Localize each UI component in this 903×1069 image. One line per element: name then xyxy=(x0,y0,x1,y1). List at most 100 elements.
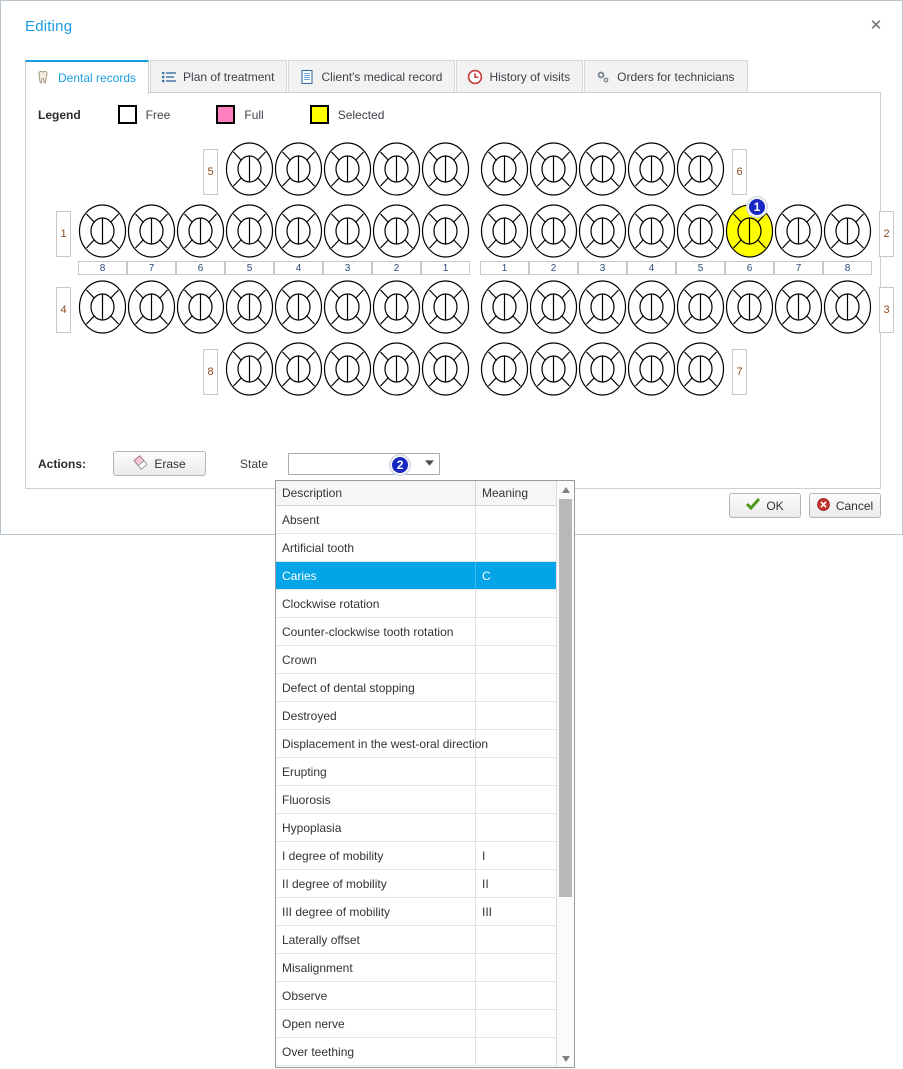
tooth-84[interactable] xyxy=(274,341,323,397)
cancel-button[interactable]: Cancel xyxy=(809,493,881,518)
tooth-21[interactable] xyxy=(480,203,529,259)
tooth-36[interactable] xyxy=(725,279,774,335)
tooth-74[interactable] xyxy=(627,341,676,397)
dropdown-row[interactable]: Defect of dental stopping xyxy=(276,674,557,702)
dropdown-row[interactable]: Destroyed xyxy=(276,702,557,730)
dropdown-row[interactable]: Laterally offset xyxy=(276,926,557,954)
triangle-up-icon[interactable] xyxy=(557,481,574,498)
tooth-24[interactable] xyxy=(627,203,676,259)
tooth-14[interactable] xyxy=(274,203,323,259)
actions-bar: Actions: Erase State 2 xyxy=(38,451,441,476)
tooth-75[interactable] xyxy=(676,341,725,397)
tooth-26-selected[interactable]: 1 xyxy=(725,197,774,259)
tooth-28[interactable] xyxy=(823,203,872,259)
tooth-37[interactable] xyxy=(774,279,823,335)
tooth-27[interactable] xyxy=(774,203,823,259)
tooth-61[interactable] xyxy=(480,141,529,197)
tooth-43[interactable] xyxy=(323,279,372,335)
dropdown-row[interactable]: Absent xyxy=(276,506,557,534)
dropdown-meaning xyxy=(476,534,557,561)
tooth-16[interactable] xyxy=(176,203,225,259)
tooth-18[interactable] xyxy=(78,203,127,259)
tab-history-of-visits[interactable]: History of visits xyxy=(456,60,584,93)
dropdown-row[interactable]: Artificial tooth xyxy=(276,534,557,562)
triangle-down-icon[interactable] xyxy=(557,1050,574,1067)
tab-dental-records[interactable]: Dental records xyxy=(25,60,150,94)
dropdown-row[interactable]: Crown xyxy=(276,646,557,674)
tooth-23[interactable] xyxy=(578,203,627,259)
dropdown-list[interactable]: Absent Artificial tooth Caries C Clockwise r… xyxy=(276,506,557,1068)
tooth-64[interactable] xyxy=(627,141,676,197)
dropdown-row[interactable]: Misalignment xyxy=(276,954,557,982)
tooth-71[interactable] xyxy=(480,341,529,397)
tooth-row-2: 1 1 2 xyxy=(26,197,894,265)
quadrant-label-6: 6 xyxy=(732,149,747,195)
state-combobox[interactable]: 2 xyxy=(288,452,441,475)
dropdown-row[interactable]: Open nerve xyxy=(276,1010,557,1038)
erase-button[interactable]: Erase xyxy=(113,451,206,476)
tab-plan-of-treatment[interactable]: Plan of treatment xyxy=(150,60,288,93)
dropdown-row[interactable]: Hypoplasia xyxy=(276,814,557,842)
tooth-33[interactable] xyxy=(578,279,627,335)
tooth-15[interactable] xyxy=(225,203,274,259)
tooth-55[interactable] xyxy=(225,141,274,197)
quadrant-label-7: 7 xyxy=(732,349,747,395)
dropdown-meaning xyxy=(476,926,557,953)
tooth-83[interactable] xyxy=(323,341,372,397)
tooth-65[interactable] xyxy=(676,141,725,197)
scrollbar-thumb[interactable] xyxy=(559,499,572,897)
tooth-17[interactable] xyxy=(127,203,176,259)
dropdown-row[interactable]: Fluorosis xyxy=(276,786,557,814)
legend-swatch-free xyxy=(117,105,137,124)
tooth-62[interactable] xyxy=(529,141,578,197)
ok-button[interactable]: OK xyxy=(729,493,801,518)
tooth-72[interactable] xyxy=(529,341,578,397)
tooth-54[interactable] xyxy=(274,141,323,197)
tooth-82[interactable] xyxy=(372,341,421,397)
tooth-51[interactable] xyxy=(421,141,470,197)
dropdown-scrollbar[interactable] xyxy=(556,481,574,1067)
tooth-81[interactable] xyxy=(421,341,470,397)
column-header-meaning: Meaning xyxy=(482,486,529,500)
dropdown-row[interactable]: Erupting xyxy=(276,758,557,786)
tooth-47[interactable] xyxy=(127,279,176,335)
tooth-52[interactable] xyxy=(372,141,421,197)
tooth-38[interactable] xyxy=(823,279,872,335)
dropdown-row[interactable]: Over teething xyxy=(276,1038,557,1066)
tooth-45[interactable] xyxy=(225,279,274,335)
tooth-63[interactable] xyxy=(578,141,627,197)
tooth-44[interactable] xyxy=(274,279,323,335)
legend-item-free: Free xyxy=(117,105,170,124)
close-icon[interactable]: ✕ xyxy=(866,17,886,37)
dropdown-row[interactable]: I degree of mobility I xyxy=(276,842,557,870)
dropdown-row-selected[interactable]: Caries C xyxy=(276,562,557,590)
tooth-13[interactable] xyxy=(323,203,372,259)
tooth-34[interactable] xyxy=(627,279,676,335)
tooth-73[interactable] xyxy=(578,341,627,397)
chevron-down-icon[interactable] xyxy=(419,454,439,474)
dropdown-row[interactable]: Counter-clockwise tooth rotation xyxy=(276,618,557,646)
dropdown-row[interactable]: Displacement in the west-oral direction xyxy=(276,730,557,758)
tooth-42[interactable] xyxy=(372,279,421,335)
dropdown-meaning xyxy=(476,814,557,841)
legend-label: Legend xyxy=(38,107,81,122)
dialog-footer: OK Cancel xyxy=(729,493,881,518)
tooth-31[interactable] xyxy=(480,279,529,335)
tooth-48[interactable] xyxy=(78,279,127,335)
dropdown-row[interactable]: Clockwise rotation xyxy=(276,590,557,618)
tooth-25[interactable] xyxy=(676,203,725,259)
tooth-12[interactable] xyxy=(372,203,421,259)
tooth-46[interactable] xyxy=(176,279,225,335)
tooth-11[interactable] xyxy=(421,203,470,259)
dropdown-row[interactable]: Observe xyxy=(276,982,557,1010)
dropdown-row[interactable]: II degree of mobility II xyxy=(276,870,557,898)
dropdown-row[interactable]: III degree of mobility III xyxy=(276,898,557,926)
tooth-41[interactable] xyxy=(421,279,470,335)
tooth-22[interactable] xyxy=(529,203,578,259)
tooth-32[interactable] xyxy=(529,279,578,335)
tooth-53[interactable] xyxy=(323,141,372,197)
tooth-35[interactable] xyxy=(676,279,725,335)
tab-client-s-medical-record[interactable]: Client's medical record xyxy=(288,60,456,93)
tooth-85[interactable] xyxy=(225,341,274,397)
tab-orders-for-technicians[interactable]: Orders for technicians xyxy=(584,60,748,93)
